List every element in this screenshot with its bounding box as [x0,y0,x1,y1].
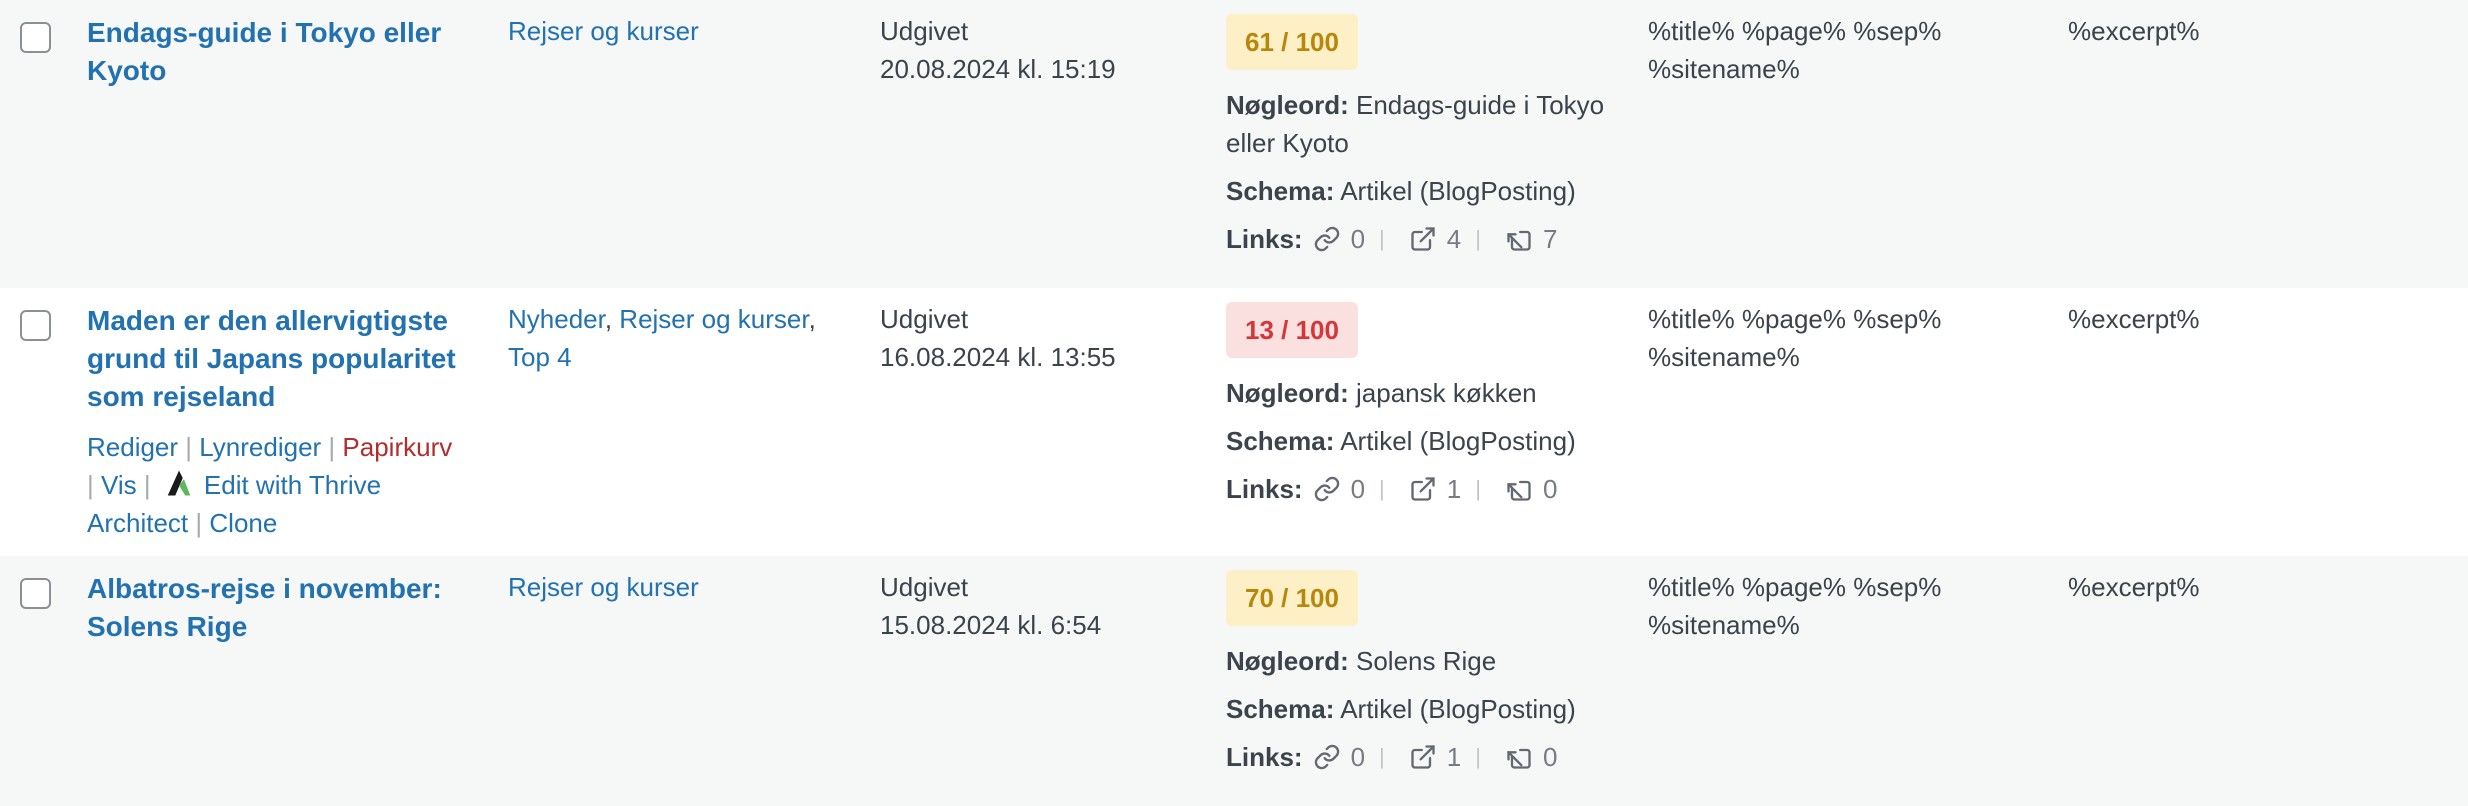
keyword-label: Nøgleord: [1226,646,1349,676]
links-label: Links: [1226,224,1303,254]
schema-info: Schema: Artikel (BlogPosting) [1226,690,1606,728]
links-info: Links: 0 | 4 | 7 [1226,220,1606,258]
post-date: 20.08.2024 kl. 15:19 [880,54,1116,84]
seo-score-badge[interactable]: 13 / 100 [1226,302,1358,358]
schema-label: Schema: [1226,694,1335,724]
category-link[interactable]: Nyheder [508,304,605,334]
row-checkbox[interactable] [20,22,51,53]
schema-value: Artikel (BlogPosting) [1340,426,1576,456]
link-icon [1314,744,1339,770]
divider: | [328,432,336,462]
seo-title: %title% %page% %sep% %sitename% [1648,572,1942,640]
external-link-icon [1411,227,1435,251]
divider: | [1475,476,1481,501]
date-cell: Udgivet 15.08.2024 kl. 6:54 [880,568,1180,644]
edit-link[interactable]: Rediger [87,432,178,462]
schema-info: Schema: Artikel (BlogPosting) [1226,172,1606,210]
schema-label: Schema: [1226,176,1335,206]
table-row: Albatros-rejse i november: Solens Rige R… [0,556,2468,806]
divider: | [195,508,203,538]
focus-keyword: Nøgleord: Endags-guide i Tokyo eller Kyo… [1226,86,1606,162]
row-actions: Rediger | Lynrediger | Papirkurv | Vis |… [87,428,487,542]
divider: | [1475,226,1481,251]
category-link[interactable]: Rejser og kurser [508,16,699,46]
keyword-value: japansk køkken [1356,378,1537,408]
keyword-value: Solens Rige [1356,646,1497,676]
category-list: Rejser og kurser [508,12,848,50]
post-status: Udgivet [880,304,969,334]
divider: | [1475,744,1481,769]
divider: | [185,432,193,462]
links-label: Links: [1226,742,1303,772]
schema-value: Artikel (BlogPosting) [1340,176,1576,206]
schema-label: Schema: [1226,426,1335,456]
category-list: Rejser og kurser [508,568,848,606]
divider: | [143,470,151,500]
incoming-links-count: 0 [1542,474,1558,504]
incoming-link-icon [1507,480,1531,501]
date-cell: Udgivet 16.08.2024 kl. 13:55 [880,300,1180,376]
external-links-count: 1 [1446,474,1462,504]
keyword-label: Nøgleord: [1226,90,1349,120]
divider: | [1379,226,1385,251]
row-checkbox[interactable] [20,310,51,341]
incoming-link-icon [1507,748,1531,769]
external-links-count: 4 [1446,224,1462,254]
view-link[interactable]: Vis [101,470,137,500]
trash-link[interactable]: Papirkurv [342,432,452,462]
table-row: Endags-guide i Tokyo eller Kyoto Rejser … [0,0,2468,288]
external-link-icon [1411,745,1435,769]
internal-links-count: 0 [1350,474,1366,504]
clone-link[interactable]: Clone [209,508,277,538]
seo-description: %excerpt% [2068,16,2200,46]
incoming-links-count: 7 [1542,224,1558,254]
post-date: 16.08.2024 kl. 13:55 [880,342,1116,372]
seo-details: 70 / 100 Nøgleord: Solens Rige Schema: A… [1226,570,1606,776]
divider: | [1379,744,1385,769]
keyword-label: Nøgleord: [1226,378,1349,408]
divider: | [1379,476,1385,501]
schema-info: Schema: Artikel (BlogPosting) [1226,422,1606,460]
seo-score-badge[interactable]: 70 / 100 [1226,570,1358,626]
external-links-count: 1 [1446,742,1462,772]
post-title-link[interactable]: Maden er den allervigtigste grund til Ja… [87,302,467,416]
post-title-link[interactable]: Albatros-rejse i november: Solens Rige [87,570,467,646]
category-list: Nyheder, Rejser og kurser, Top 4 [508,304,816,372]
links-info: Links: 0 | 1 | 0 [1226,738,1606,776]
incoming-link-icon [1507,230,1531,251]
category-link[interactable]: Rejser og kurser [619,304,808,334]
category-link[interactable]: Rejser og kurser [508,572,699,602]
seo-score-badge[interactable]: 61 / 100 [1226,14,1358,70]
focus-keyword: Nøgleord: japansk køkken [1226,374,1606,412]
internal-links-count: 0 [1350,742,1366,772]
internal-links-count: 0 [1350,224,1366,254]
category-link[interactable]: Top 4 [508,342,572,372]
post-date: 15.08.2024 kl. 6:54 [880,610,1102,640]
links-info: Links: 0 | 1 | 0 [1226,470,1606,508]
seo-description: %excerpt% [2068,572,2200,602]
table-row: Maden er den allervigtigste grund til Ja… [0,288,2468,556]
focus-keyword: Nøgleord: Solens Rige [1226,642,1606,680]
post-status: Udgivet [880,572,969,602]
seo-title: %title% %page% %sep% %sitename% [1648,304,1942,372]
date-cell: Udgivet 20.08.2024 kl. 15:19 [880,12,1180,88]
row-checkbox[interactable] [20,578,51,609]
seo-details: 13 / 100 Nøgleord: japansk køkken Schema… [1226,302,1606,508]
divider: | [87,470,94,500]
external-link-icon [1411,477,1435,501]
seo-description: %excerpt% [2068,304,2200,334]
link-icon [1314,226,1339,252]
incoming-links-count: 0 [1542,742,1558,772]
link-icon [1314,476,1339,502]
seo-title: %title% %page% %sep% %sitename% [1648,16,1942,84]
schema-value: Artikel (BlogPosting) [1340,694,1576,724]
seo-details: 61 / 100 Nøgleord: Endags-guide i Tokyo … [1226,14,1606,258]
links-label: Links: [1226,474,1303,504]
thrive-architect-icon [167,470,191,496]
post-status: Udgivet [880,16,969,46]
post-title-link[interactable]: Endags-guide i Tokyo eller Kyoto [87,14,467,90]
quick-edit-link[interactable]: Lynrediger [199,432,321,462]
